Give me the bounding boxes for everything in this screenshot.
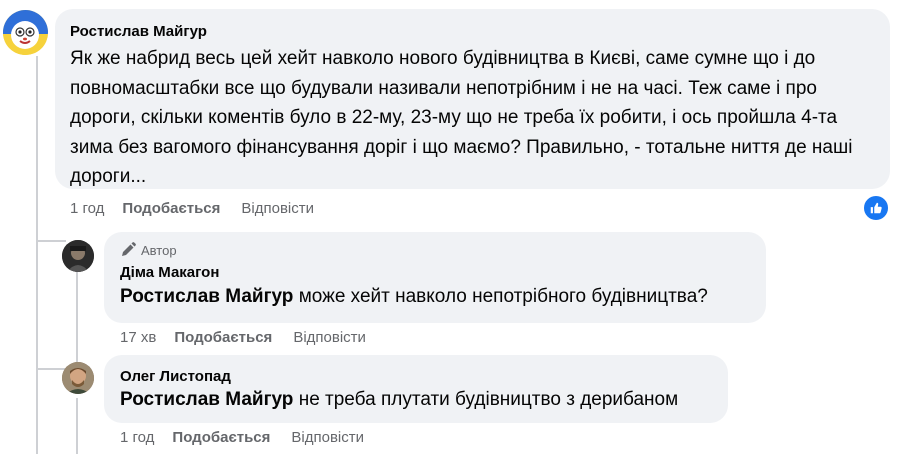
reply-bubble: Автор Діма Макагон Ростислав Майгур може… bbox=[104, 232, 766, 323]
comment-author[interactable]: Ростислав Майгур bbox=[70, 22, 874, 42]
mention-link[interactable]: Ростислав Майгур bbox=[120, 389, 293, 410]
reply-actions: 17 хв Подобається Відповісти bbox=[120, 329, 366, 346]
pencil-icon bbox=[122, 242, 136, 256]
comment-text: Як же набрид весь цей хейт навколо новог… bbox=[70, 48, 853, 187]
thread-line-reply-2 bbox=[36, 368, 66, 370]
thread-line-sub bbox=[76, 272, 78, 364]
reply-button[interactable]: Відповісти bbox=[293, 329, 366, 346]
reply-author[interactable]: Діма Макагон bbox=[120, 263, 750, 283]
thread-line-main bbox=[36, 56, 38, 454]
comment-timestamp[interactable]: 1 год bbox=[70, 200, 104, 217]
reply-bubble: Олег Листопад Ростислав Майгур не треба … bbox=[104, 355, 728, 423]
like-button[interactable]: Подобається bbox=[174, 329, 272, 346]
reply-author[interactable]: Олег Листопад bbox=[120, 367, 712, 387]
reply-button[interactable]: Відповісти bbox=[291, 429, 364, 446]
avatar[interactable] bbox=[62, 240, 94, 272]
reply-timestamp[interactable]: 1 год bbox=[120, 429, 154, 446]
reply-actions: 1 год Подобається Відповісти bbox=[120, 429, 364, 446]
comment-bubble: Ростислав Майгур Як же набрид весь цей х… bbox=[55, 9, 890, 189]
avatar[interactable] bbox=[3, 10, 48, 55]
reply-body: може хейт навколо непотрібного будівницт… bbox=[293, 286, 708, 307]
reply-text: Ростислав Майгур може хейт навколо непот… bbox=[120, 284, 750, 310]
author-badge: Автор bbox=[120, 242, 750, 258]
like-button[interactable]: Подобається bbox=[122, 200, 220, 217]
reply-body: не треба плутати будівництво з дерибаном bbox=[293, 389, 679, 410]
comment-actions: 1 год Подобається Відповісти bbox=[70, 200, 314, 217]
reply-timestamp[interactable]: 17 хв bbox=[120, 329, 156, 346]
thread-line-reply-1 bbox=[36, 240, 66, 242]
reply-button[interactable]: Відповісти bbox=[241, 200, 314, 217]
like-button[interactable]: Подобається bbox=[172, 429, 270, 446]
reply-text: Ростислав Майгур не треба плутати будівн… bbox=[120, 387, 712, 413]
thread-line-sub-2 bbox=[76, 398, 78, 454]
like-thumb-icon[interactable] bbox=[862, 194, 890, 222]
mention-link[interactable]: Ростислав Майгур bbox=[120, 286, 293, 307]
avatar[interactable] bbox=[62, 362, 94, 394]
author-badge-label: Автор bbox=[141, 242, 177, 258]
